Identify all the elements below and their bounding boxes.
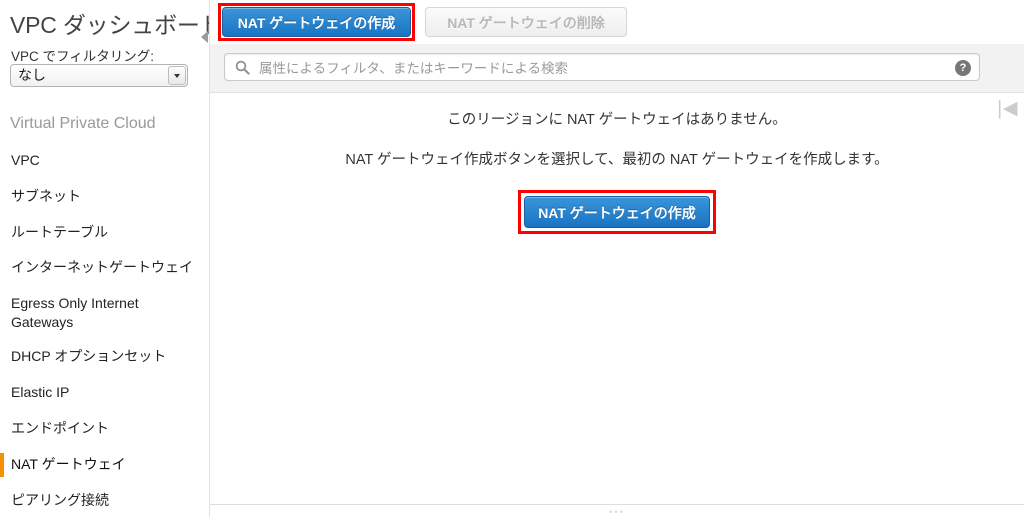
create-nat-gateway-button-center[interactable]: NAT ゲートウェイの作成 bbox=[524, 196, 710, 228]
vpc-filter-label: VPC でフィルタリング: bbox=[11, 49, 154, 64]
sidebar-item-label: ルートテーブル bbox=[11, 224, 109, 240]
sidebar-item-elastic-ip[interactable]: Elastic IP bbox=[0, 382, 209, 404]
sidebar-section-heading: Virtual Private Cloud bbox=[10, 115, 156, 132]
search-input[interactable] bbox=[257, 54, 941, 82]
sidebar-item-label: Egress Only Internet Gateways bbox=[11, 295, 139, 330]
empty-state-message-secondary: NAT ゲートウェイ作成ボタンを選択して、最初の NAT ゲートウェイを作成しま… bbox=[345, 152, 889, 168]
sidebar: VPC ダッシュボード VPC でフィルタリング: なし Virtual Pri… bbox=[0, 0, 210, 517]
sidebar-item-peering-connections[interactable]: ピアリング接続 bbox=[0, 490, 209, 512]
sidebar-collapse-icon[interactable] bbox=[199, 26, 213, 48]
sidebar-item-subnets[interactable]: サブネット bbox=[0, 186, 209, 208]
create-nat-gateway-button[interactable]: NAT ゲートウェイの作成 bbox=[222, 7, 411, 37]
search-icon bbox=[235, 60, 250, 75]
sidebar-item-label: VPC bbox=[11, 152, 40, 168]
sidebar-item-label: NAT ゲートウェイ bbox=[11, 456, 126, 472]
toolbar: NAT ゲートウェイの作成 NAT ゲートウェイの削除 bbox=[210, 0, 1024, 44]
sidebar-nav: VPC サブネット ルートテーブル インターネットゲートウェイ Egress O… bbox=[0, 150, 209, 517]
sidebar-item-dhcp-options-sets[interactable]: DHCP オプションセット bbox=[0, 346, 209, 368]
empty-state: このリージョンに NAT ゲートウェイはありません。 NAT ゲートウェイ作成ボ… bbox=[210, 92, 1024, 234]
sidebar-item-label: DHCP オプションセット bbox=[11, 348, 167, 364]
sidebar-item-label: サブネット bbox=[11, 188, 81, 204]
search-bar-row: ? |◀ bbox=[210, 44, 1024, 119]
sidebar-item-label: エンドポイント bbox=[11, 420, 109, 436]
help-icon[interactable]: ? bbox=[955, 60, 971, 76]
sidebar-item-vpc[interactable]: VPC bbox=[0, 150, 209, 172]
empty-state-action-wrap: NAT ゲートウェイの作成 bbox=[518, 190, 716, 234]
empty-state-message-primary: このリージョンに NAT ゲートウェイはありません。 bbox=[447, 112, 787, 128]
sidebar-item-nat-gateways[interactable]: NAT ゲートウェイ bbox=[0, 453, 209, 477]
main-content: NAT ゲートウェイの作成 NAT ゲートウェイの削除 ? |◀ このリージョン… bbox=[210, 0, 1024, 517]
vpc-filter-select[interactable]: なし bbox=[10, 64, 188, 87]
panel-splitter: ••• bbox=[210, 504, 1024, 517]
delete-nat-gateway-button: NAT ゲートウェイの削除 bbox=[425, 7, 627, 37]
search-box[interactable]: ? bbox=[224, 53, 980, 82]
sidebar-item-egress-only-internet-gateways[interactable]: Egress Only Internet Gateways bbox=[0, 294, 209, 332]
page-title: VPC ダッシュボード bbox=[10, 12, 210, 38]
vpc-filter-dropdown[interactable]: なし bbox=[10, 64, 188, 87]
sidebar-item-internet-gateways[interactable]: インターネットゲートウェイ bbox=[0, 258, 209, 280]
sidebar-item-label: Elastic IP bbox=[11, 384, 70, 400]
sidebar-item-label: ピアリング接続 bbox=[11, 492, 109, 508]
sidebar-item-label: インターネットゲートウェイ bbox=[11, 259, 193, 275]
vpc-console-window: VPC ダッシュボード VPC でフィルタリング: なし Virtual Pri… bbox=[0, 0, 1024, 517]
sidebar-item-endpoints[interactable]: エンドポイント bbox=[0, 418, 209, 440]
splitter-drag-handle[interactable]: ••• bbox=[606, 508, 628, 517]
sidebar-item-route-tables[interactable]: ルートテーブル bbox=[0, 222, 209, 244]
